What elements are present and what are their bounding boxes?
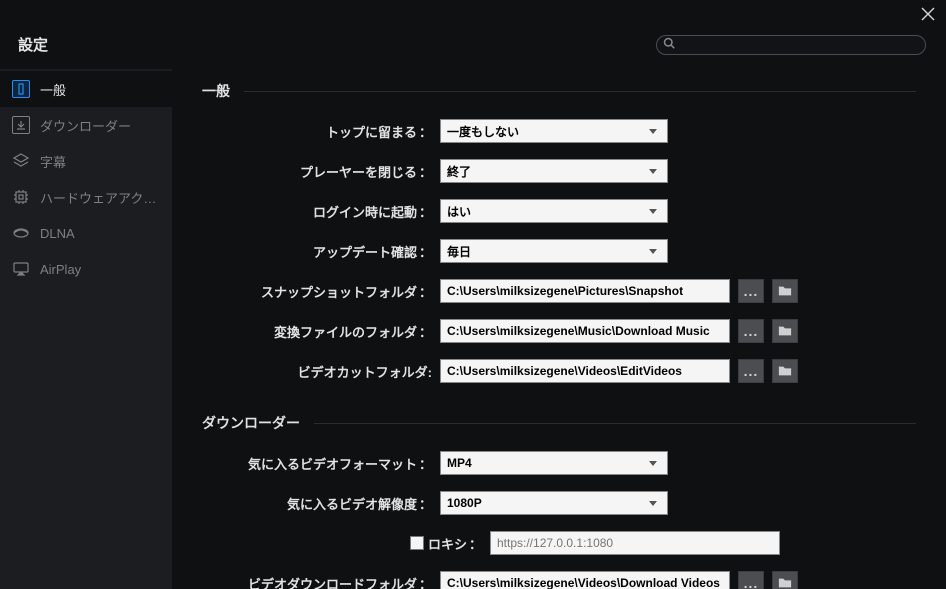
content-area: 一般 トップに留まる： 一度もしない プレーヤーを閉じる： 終了 ログイン時に起… xyxy=(172,69,946,589)
label-fav-resolution: 気に入るビデオ解像度： xyxy=(202,494,432,513)
search-input[interactable] xyxy=(679,38,919,52)
close-icon[interactable] xyxy=(920,6,936,22)
chip-icon xyxy=(12,188,30,206)
chevron-down-icon xyxy=(643,200,663,222)
dropdown-update-check[interactable]: 毎日 xyxy=(440,239,668,263)
label-videocut-folder: ビデオカットフォルダ: xyxy=(202,362,432,381)
sidebar: 一般 ダウンローダー 字幕 ハードウェアアク… DLNA xyxy=(0,69,172,589)
path-download-folder[interactable]: C:\Users\milksizegene\Videos\Download Vi… xyxy=(440,571,730,589)
dropdown-close-player[interactable]: 終了 xyxy=(440,159,668,183)
browse-button[interactable]: ... xyxy=(738,279,764,303)
label-close-player: プレーヤーを閉じる： xyxy=(202,162,432,181)
sidebar-item-hardware[interactable]: ハードウェアアク… xyxy=(0,179,172,215)
section-heading-downloader: ダウンローダー xyxy=(202,413,916,433)
label-fav-format: 気に入るビデオフォーマット： xyxy=(202,454,432,473)
browse-button[interactable]: ... xyxy=(738,571,764,589)
sidebar-item-label: ダウンローダー xyxy=(40,116,131,135)
airplay-icon xyxy=(12,260,30,278)
sidebar-item-dlna[interactable]: DLNA xyxy=(0,215,172,251)
chevron-down-icon xyxy=(643,492,663,514)
search-field[interactable] xyxy=(656,35,926,55)
browse-button[interactable]: ... xyxy=(738,319,764,343)
dlna-icon xyxy=(12,224,30,242)
page-title: 設定 xyxy=(18,34,48,55)
path-convert-folder[interactable]: C:\Users\milksizegene\Music\Download Mus… xyxy=(440,319,730,343)
chevron-down-icon xyxy=(643,240,663,262)
sidebar-item-label: ハードウェアアク… xyxy=(40,188,156,207)
browse-button[interactable]: ... xyxy=(738,359,764,383)
proxy-checkbox[interactable] xyxy=(410,536,424,550)
search-icon xyxy=(663,37,679,52)
layers-icon xyxy=(12,152,30,170)
sidebar-item-subtitles[interactable]: 字幕 xyxy=(0,143,172,179)
open-folder-button[interactable] xyxy=(772,571,798,589)
download-icon xyxy=(12,116,30,134)
label-proxy: ロキシ： xyxy=(202,534,482,553)
label-stay-on-top: トップに留まる： xyxy=(202,122,432,141)
label-snapshot-folder: スナップショットフォルダ： xyxy=(202,282,432,301)
proxy-input[interactable] xyxy=(490,531,780,555)
label-update-check: アップデート確認： xyxy=(202,242,432,261)
label-start-on-login: ログイン時に起動： xyxy=(202,202,432,221)
dropdown-start-on-login[interactable]: はい xyxy=(440,199,668,223)
dropdown-fav-resolution[interactable]: 1080P xyxy=(440,491,668,515)
sidebar-item-general[interactable]: 一般 xyxy=(0,71,172,107)
open-folder-button[interactable] xyxy=(772,359,798,383)
dropdown-fav-format[interactable]: MP4 xyxy=(440,451,668,475)
path-videocut-folder[interactable]: C:\Users\milksizegene\Videos\EditVideos xyxy=(440,359,730,383)
dropdown-stay-on-top[interactable]: 一度もしない xyxy=(440,119,668,143)
path-snapshot-folder[interactable]: C:\Users\milksizegene\Pictures\Snapshot xyxy=(440,279,730,303)
general-icon xyxy=(12,80,30,98)
label-convert-folder: 変換ファイルのフォルダ： xyxy=(202,322,432,341)
chevron-down-icon xyxy=(643,160,663,182)
section-heading-general: 一般 xyxy=(202,81,916,101)
sidebar-item-label: 一般 xyxy=(40,80,66,99)
sidebar-item-downloader[interactable]: ダウンローダー xyxy=(0,107,172,143)
sidebar-item-airplay[interactable]: AirPlay xyxy=(0,251,172,287)
chevron-down-icon xyxy=(643,452,663,474)
label-download-folder: ビデオダウンロードフォルダ： xyxy=(202,574,432,589)
sidebar-item-label: 字幕 xyxy=(40,152,66,171)
sidebar-item-label: DLNA xyxy=(40,226,75,241)
chevron-down-icon xyxy=(643,120,663,142)
divider xyxy=(314,423,916,424)
sidebar-item-label: AirPlay xyxy=(40,262,81,277)
open-folder-button[interactable] xyxy=(772,279,798,303)
open-folder-button[interactable] xyxy=(772,319,798,343)
divider xyxy=(244,91,916,92)
